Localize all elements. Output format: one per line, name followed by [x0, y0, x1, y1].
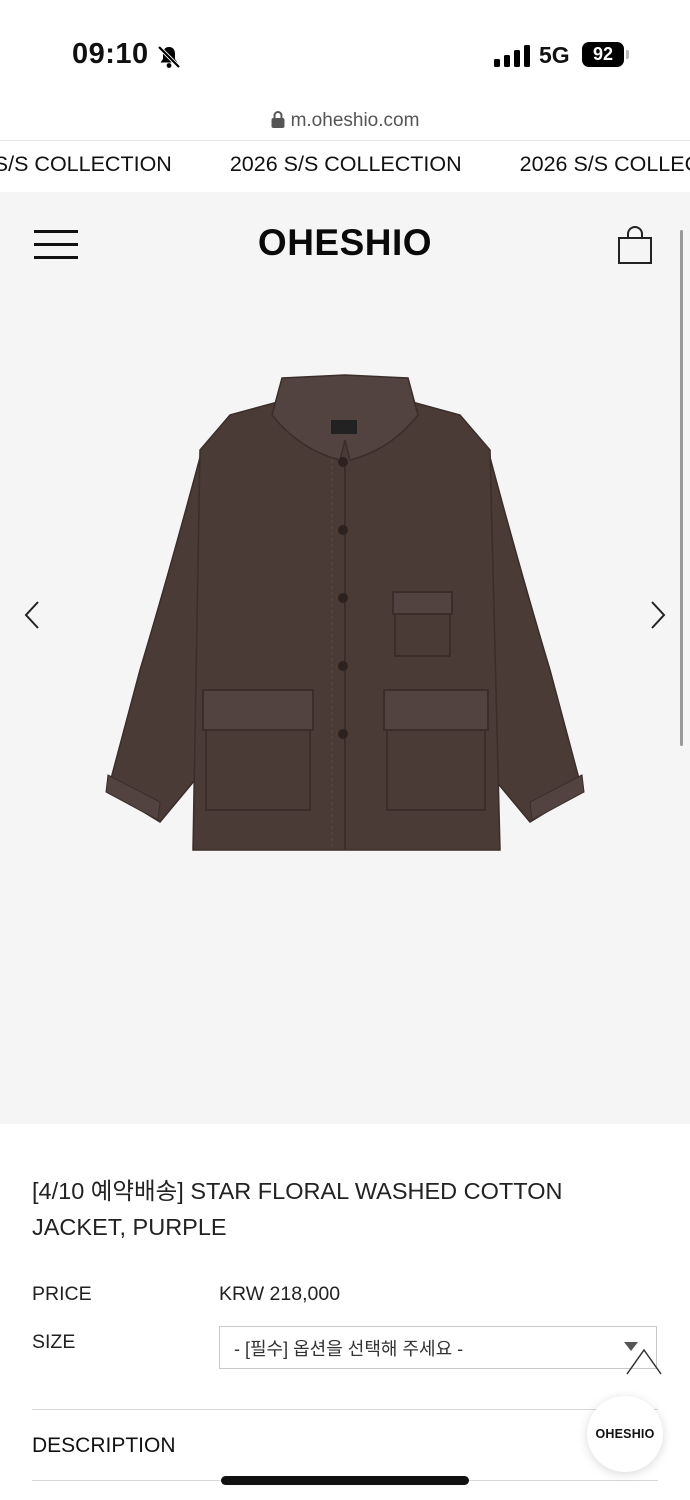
scroll-top-icon[interactable]: [625, 1346, 663, 1376]
home-indicator[interactable]: [221, 1476, 469, 1485]
price-label: PRICE: [32, 1283, 92, 1305]
shopping-bag-icon[interactable]: [616, 225, 654, 265]
signal-icon: [494, 45, 530, 67]
marquee-item: 2026 S/S COLLECTION: [0, 152, 172, 176]
scrollbar[interactable]: [680, 230, 683, 746]
network-type: 5G: [539, 42, 570, 68]
chevron-left-icon[interactable]: [22, 600, 42, 630]
status-time: 09:10: [72, 38, 149, 70]
chevron-right-icon[interactable]: [648, 600, 668, 630]
url-text: m.oheshio.com: [290, 110, 420, 131]
size-label: SIZE: [32, 1331, 76, 1353]
lock-icon: [271, 111, 285, 128]
collection-marquee[interactable]: 2026 S/S COLLECTION 2026 S/S COLLECTION 20…: [0, 142, 690, 190]
floating-logo-button[interactable]: OHESHIO: [587, 1396, 663, 1472]
battery-indicator: 92: [582, 42, 624, 67]
divider: [0, 140, 690, 141]
price-value: KRW 218,000: [219, 1283, 341, 1305]
marquee-item: 2026 S/S COLLECTION: [519, 152, 690, 176]
product-title: [4/10 예약배송] STAR FLORAL WASHED COTTON JA…: [32, 1178, 563, 1240]
site-logo[interactable]: OHESHIO: [0, 222, 690, 264]
divider: [32, 1409, 658, 1410]
marquee-item: 2026 S/S COLLECTION: [229, 152, 462, 176]
product-image[interactable]: [100, 370, 590, 860]
bell-slash-icon: [157, 45, 181, 69]
battery-tip: [626, 50, 629, 59]
description-tab[interactable]: DESCRIPTION: [32, 1434, 176, 1458]
size-select[interactable]: - [필수] 옵션을 선택해 주세요 -: [219, 1326, 657, 1369]
url-bar[interactable]: m.oheshio.com: [0, 110, 690, 132]
